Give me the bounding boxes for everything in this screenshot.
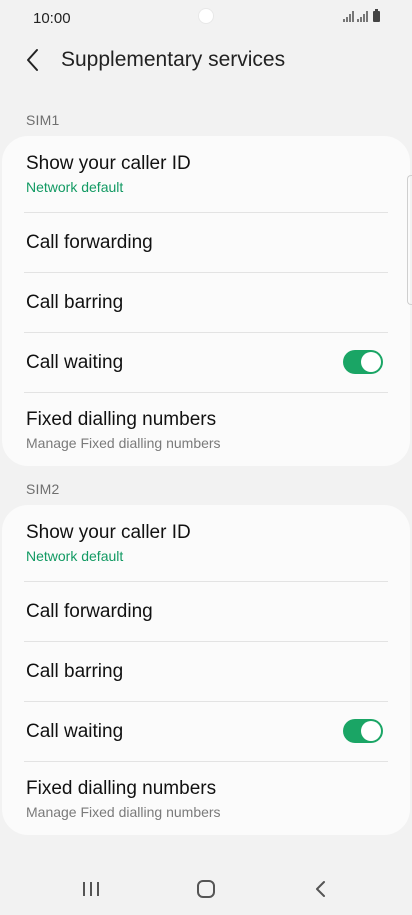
status-bar: 10:00 bbox=[0, 0, 412, 36]
back-nav-button[interactable] bbox=[306, 874, 336, 904]
row-title: Call forwarding bbox=[26, 601, 153, 622]
recents-icon bbox=[83, 882, 99, 896]
row-title: Call waiting bbox=[26, 352, 124, 373]
app-header: Supplementary services bbox=[0, 36, 412, 84]
section-label-sim2: SIM2 bbox=[26, 481, 60, 497]
row-subtitle: Manage Fixed dialling numbers bbox=[26, 435, 221, 451]
back-button[interactable] bbox=[20, 46, 48, 74]
battery-icon bbox=[373, 9, 380, 22]
row-title: Call waiting bbox=[26, 721, 124, 742]
call-waiting-toggle-sim2[interactable] bbox=[343, 719, 383, 743]
navigation-bar bbox=[0, 860, 412, 915]
recents-button[interactable] bbox=[76, 874, 106, 904]
caller-id-row-sim2[interactable]: Show your caller ID Network default bbox=[2, 505, 410, 581]
settings-card-sim1: Show your caller ID Network default Call… bbox=[2, 136, 410, 466]
toggle-knob bbox=[361, 352, 381, 372]
signal-sim2-icon bbox=[357, 11, 368, 22]
row-subtitle: Network default bbox=[26, 179, 124, 195]
scrollbar[interactable] bbox=[407, 175, 412, 305]
row-subtitle: Network default bbox=[26, 548, 124, 564]
caller-id-row-sim1[interactable]: Show your caller ID Network default bbox=[2, 136, 410, 212]
fixed-dialling-row-sim1[interactable]: Fixed dialling numbers Manage Fixed dial… bbox=[2, 392, 410, 466]
settings-card-sim2: Show your caller ID Network default Call… bbox=[2, 505, 410, 835]
toggle-knob bbox=[361, 721, 381, 741]
call-barring-row-sim2[interactable]: Call barring bbox=[2, 641, 410, 701]
row-title: Call forwarding bbox=[26, 232, 153, 253]
status-time: 10:00 bbox=[33, 10, 71, 27]
call-forwarding-row-sim2[interactable]: Call forwarding bbox=[2, 581, 410, 641]
call-forwarding-row-sim1[interactable]: Call forwarding bbox=[2, 212, 410, 272]
row-title: Fixed dialling numbers bbox=[26, 409, 217, 430]
row-title: Fixed dialling numbers bbox=[26, 778, 217, 799]
fixed-dialling-row-sim2[interactable]: Fixed dialling numbers Manage Fixed dial… bbox=[2, 761, 410, 835]
status-icons bbox=[343, 9, 380, 22]
row-subtitle: Manage Fixed dialling numbers bbox=[26, 804, 221, 820]
home-icon bbox=[197, 880, 215, 898]
back-icon bbox=[316, 881, 325, 897]
row-title: Call barring bbox=[26, 661, 124, 682]
back-arrow-icon bbox=[27, 49, 38, 71]
front-camera bbox=[199, 9, 213, 23]
call-barring-row-sim1[interactable]: Call barring bbox=[2, 272, 410, 332]
call-waiting-row-sim2[interactable]: Call waiting bbox=[2, 701, 410, 761]
signal-sim1-icon bbox=[343, 11, 354, 22]
call-waiting-row-sim1[interactable]: Call waiting bbox=[2, 332, 410, 392]
row-title: Show your caller ID bbox=[26, 153, 191, 174]
section-label-sim1: SIM1 bbox=[26, 112, 60, 128]
row-title: Show your caller ID bbox=[26, 522, 191, 543]
row-title: Call barring bbox=[26, 292, 124, 313]
page-title: Supplementary services bbox=[61, 48, 286, 71]
call-waiting-toggle-sim1[interactable] bbox=[343, 350, 383, 374]
home-button[interactable] bbox=[191, 874, 221, 904]
